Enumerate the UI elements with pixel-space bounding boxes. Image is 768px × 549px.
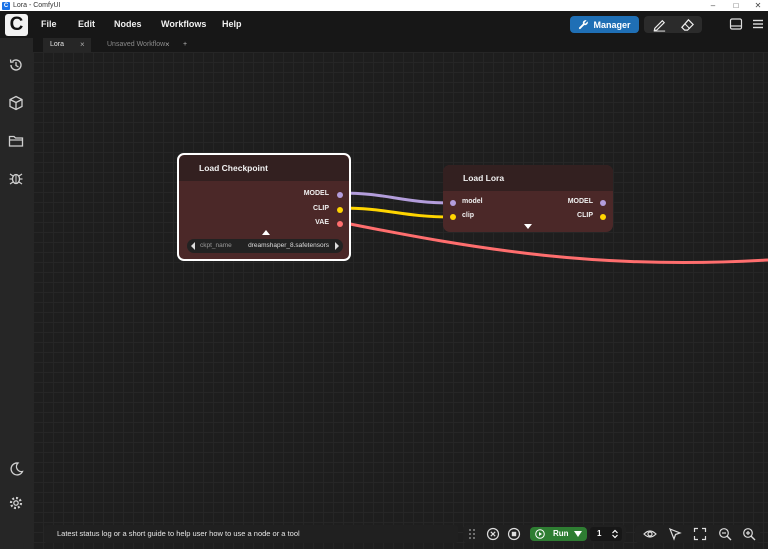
run-button[interactable]: Run [530,527,587,541]
minimize-icon[interactable]: – [702,0,724,11]
input-model-label: model [462,198,483,205]
eye-icon[interactable] [643,527,657,541]
eraser-icon[interactable] [680,17,695,32]
ckpt-name-widget[interactable]: ckpt_name dreamshaper_8.safetensors [187,239,343,253]
os-title-bar: C Lora - ComfyUI – □ ✕ [0,0,768,11]
manager-button[interactable]: Manager [570,16,639,33]
fit-view-icon[interactable] [693,527,707,541]
bug-icon[interactable] [8,170,24,186]
output-model-dot[interactable] [337,192,343,198]
workflow-tab-bar: Lora × Unsaved Workflow × + [33,38,768,52]
app-icon: C [2,1,10,10]
menu-workflows[interactable]: Workflows [161,11,206,38]
view-controls [635,525,760,543]
menu-bar: C File Edit Nodes Workflows Help Manager [0,11,768,38]
widget-name: ckpt_name [200,242,232,249]
manager-label: Manager [593,19,631,30]
menu-file[interactable]: File [41,11,57,38]
settings-icon[interactable] [8,495,24,511]
cube-icon[interactable] [8,95,24,111]
stepper-arrows-icon[interactable] [611,529,619,539]
wrench-icon [579,20,589,30]
run-label: Run [553,529,569,538]
input-clip-dot[interactable] [450,214,456,220]
output-vae-dot[interactable] [337,221,343,227]
menu-edit[interactable]: Edit [78,11,95,38]
new-tab-button[interactable]: + [183,38,193,52]
maximize-icon[interactable]: □ [725,0,747,11]
hamburger-menu-icon[interactable] [751,17,765,31]
input-clip-label: clip [462,212,475,219]
tab-label: Lora [50,41,65,48]
queue-controls: Run 1 [463,525,626,543]
panel-toggle-icon[interactable] [729,17,743,31]
pointer-icon[interactable] [668,527,682,541]
menu-nodes[interactable]: Nodes [114,11,142,38]
graph-canvas[interactable] [33,52,768,549]
folder-icon[interactable] [8,133,24,149]
increment-arrow-icon[interactable] [335,242,339,250]
drag-handle-icon[interactable] [467,528,477,540]
pen-icon[interactable] [652,17,667,32]
play-icon [535,529,545,539]
close-tab-icon[interactable]: × [165,38,170,52]
history-icon[interactable] [8,57,24,73]
canvas-tools-group [644,16,702,33]
output-clip-label: CLIP [313,205,329,212]
batch-count-stepper[interactable]: 1 [590,527,622,541]
node-title: Load Lora [443,165,613,191]
collapse-arrow-icon[interactable] [262,230,270,235]
batch-count-value: 1 [597,529,602,538]
node-load-lora[interactable]: Load Lora model clip MODEL CLIP [443,165,613,232]
decrement-arrow-icon[interactable] [191,242,195,250]
output-model-dot[interactable] [600,200,606,206]
sidebar [0,38,33,549]
output-model-label: MODEL [567,198,593,205]
output-clip-dot[interactable] [600,214,606,220]
output-vae-label: VAE [315,219,329,226]
chevron-down-icon[interactable] [574,531,582,537]
output-clip-dot[interactable] [337,207,343,213]
menu-help[interactable]: Help [222,11,242,38]
tab-unsaved-workflow[interactable]: Unsaved Workflow × [103,38,178,52]
zoom-out-icon[interactable] [718,527,732,541]
stop-icon[interactable] [507,527,521,541]
tab-label: Unsaved Workflow [107,41,166,48]
tab-lora[interactable]: Lora × [43,38,91,52]
status-log: Latest status log or a short guide to he… [44,525,458,543]
cancel-icon[interactable] [486,527,500,541]
window-title: Lora - ComfyUI [13,2,61,9]
expand-arrow-icon[interactable] [524,224,532,229]
zoom-in-icon[interactable] [742,527,756,541]
moon-icon[interactable] [8,461,24,477]
close-tab-icon[interactable]: × [80,38,85,52]
output-clip-label: CLIP [577,212,593,219]
widget-value: dreamshaper_8.safetensors [248,242,329,249]
close-window-icon[interactable]: ✕ [747,0,768,11]
output-model-label: MODEL [303,190,329,197]
comfy-logo[interactable]: C [5,14,28,36]
node-title: Load Checkpoint [179,155,349,181]
node-load-checkpoint[interactable]: Load Checkpoint MODEL CLIP VAE ckpt_name… [177,153,351,261]
input-model-dot[interactable] [450,200,456,206]
